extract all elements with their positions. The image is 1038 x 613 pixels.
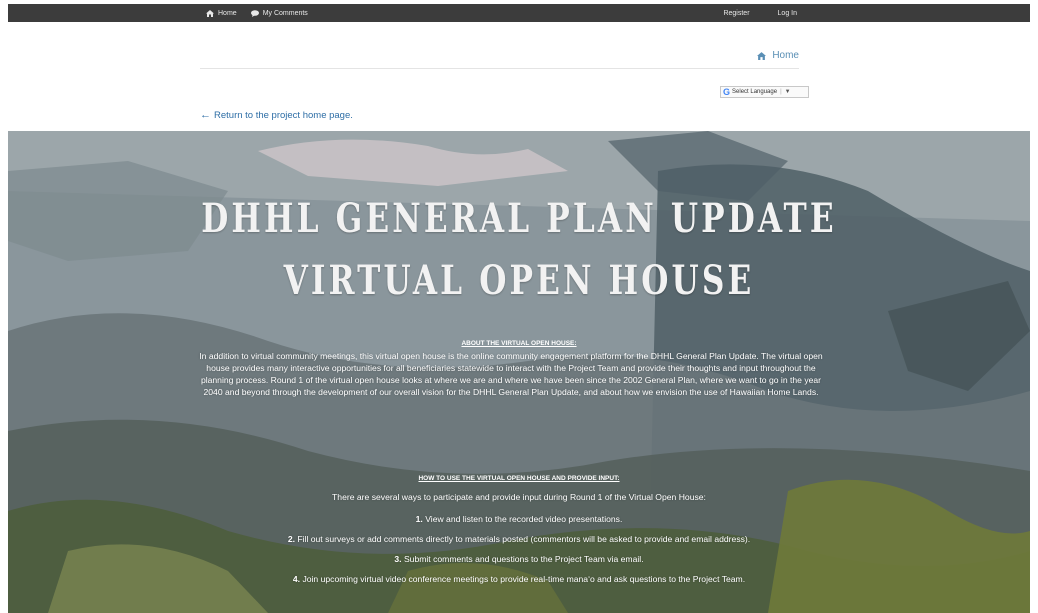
select-separator: | (780, 89, 782, 95)
top-nav-left: Home My Comments (206, 4, 322, 22)
language-select-label: Select Language (732, 89, 778, 95)
divider (200, 68, 799, 69)
return-home-label: Return to the project home page. (214, 109, 353, 121)
step-number: 3. (394, 554, 402, 564)
top-navbar: Home My Comments Register Log In (8, 4, 1030, 22)
language-select[interactable]: G Select Language | ▼ (720, 86, 809, 98)
about-heading: ABOUT THE VIRTUAL OPEN HOUSE: (461, 340, 577, 347)
step-item: 2. Fill out surveys or add comments dire… (8, 534, 1030, 544)
nav-my-comments-label: My Comments (262, 9, 308, 17)
step-number: 4. (292, 574, 301, 584)
login-link[interactable]: Log In (778, 10, 797, 17)
step-text: Submit comments and questions to the Pro… (403, 554, 644, 564)
step-text: Fill out surveys or add comments directl… (297, 534, 751, 544)
step-text: View and listen to the recorded video pr… (425, 514, 623, 524)
nav-my-comments-link[interactable]: My Comments (250, 9, 308, 17)
step-text: Join upcoming virtual video conference m… (302, 574, 746, 584)
step-item: 4. Join upcoming virtual video conferenc… (8, 574, 1030, 584)
return-home-link[interactable]: ← Return to the project home page. (200, 109, 353, 121)
step-item: 1. View and listen to the recorded video… (8, 514, 1030, 524)
step-number: 2. (287, 534, 295, 544)
home-icon (206, 9, 214, 17)
about-paragraph: In addition to virtual community meeting… (199, 351, 823, 397)
howto-intro: There are several ways to participate an… (332, 492, 706, 502)
home-icon (757, 51, 767, 60)
dropdown-arrow-icon: ▼ (784, 89, 791, 95)
comment-icon (250, 9, 259, 17)
arrow-left-icon: ← (200, 109, 211, 121)
howto-heading: HOW TO USE THE VIRTUAL OPEN HOUSE AND PR… (418, 475, 620, 482)
google-icon: G (723, 87, 731, 97)
hero-title-line1: DHHL GENERAL PLAN UPDATE (201, 195, 837, 242)
step-item: 3. Submit comments and questions to the … (8, 554, 1030, 564)
hero-title-line2: VIRTUAL OPEN HOUSE (283, 257, 755, 304)
hero-banner: DHHL GENERAL PLAN UPDATE VIRTUAL OPEN HO… (8, 131, 1030, 613)
nav-home-label: Home (218, 9, 237, 17)
top-nav-right: Register Log In (709, 4, 811, 22)
register-link[interactable]: Register (723, 10, 749, 17)
breadcrumb-home-label: Home (772, 50, 799, 61)
breadcrumb[interactable]: Home (757, 50, 799, 61)
nav-home-link[interactable]: Home (206, 9, 237, 17)
step-number: 1. (415, 514, 423, 524)
